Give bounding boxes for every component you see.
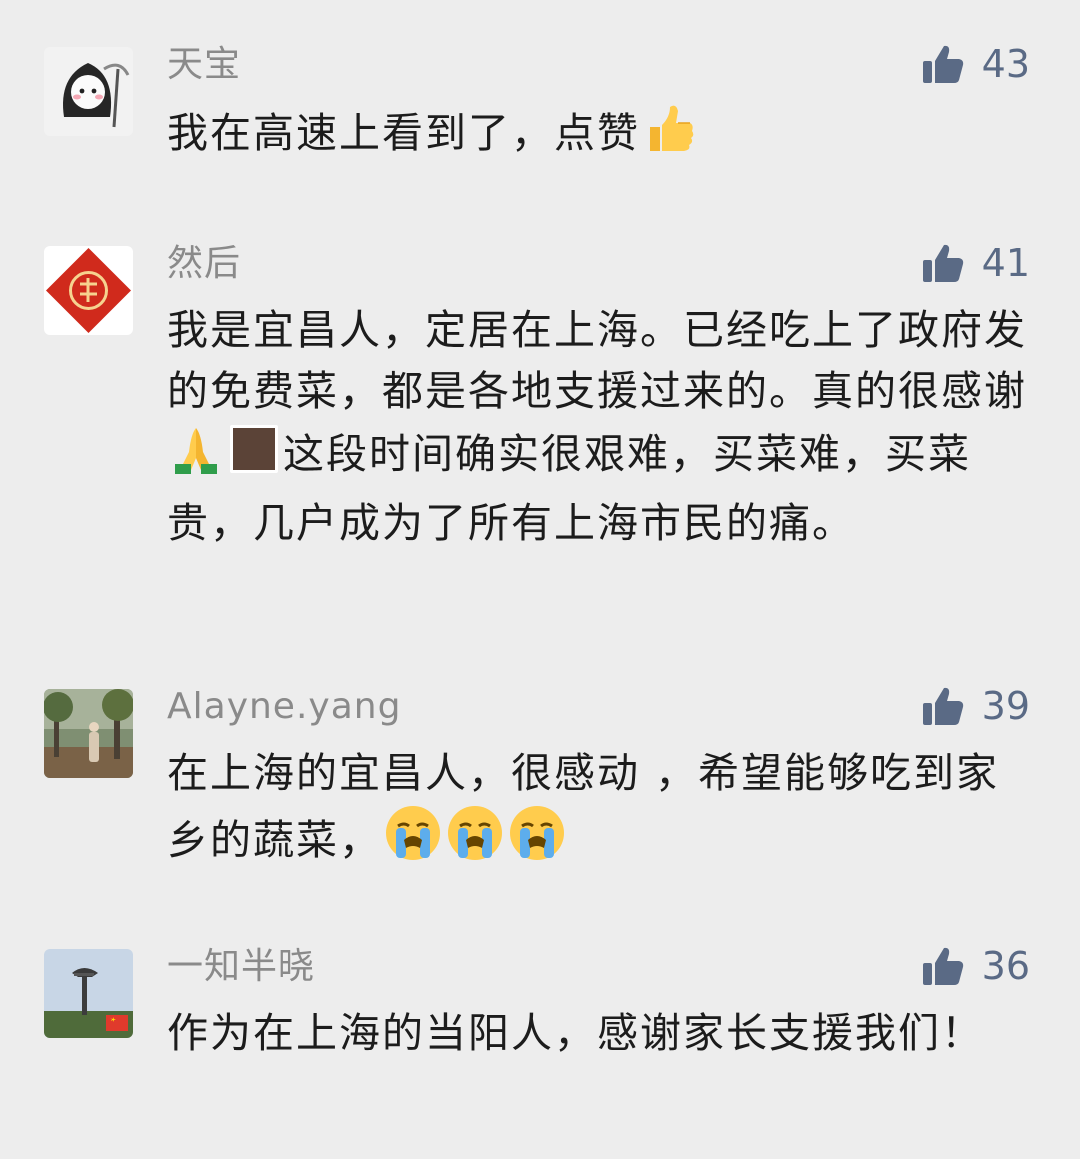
comment-text-segment: 这段时间确实很艰难，买菜难，买菜贵，几户成为了所有上海市民的痛。 [167, 430, 971, 547]
comment-text: 我是宜昌人，定居在上海。已经吃上了政府发的免费菜，都是各地支援过来的。真的很感谢… [167, 300, 1027, 554]
comment-text-segment: 在上海的宜昌人，很感动 ，希望能够吃到家乡的蔬菜， [167, 749, 1000, 864]
thumbs-up-emoji-icon [642, 101, 696, 172]
thumbs-up-icon [922, 45, 963, 83]
like-count: 39 [981, 684, 1030, 728]
comment-list: 天宝 43 我在高速上看到了，点赞 然后 41 我是宜昌人，定居在上海。已经吃上… [0, 0, 1080, 1159]
comment-text: 作为在上海的当阳人，感谢家长支援我们！ [167, 1003, 1027, 1064]
like-count: 43 [981, 42, 1030, 86]
username[interactable]: 一知半晓 [167, 943, 315, 991]
username[interactable]: 然后 [167, 240, 241, 288]
thumbs-up-icon [922, 687, 963, 725]
brown-square-emoji-icon [227, 422, 281, 493]
autumn-park-photo-avatar-icon [44, 689, 133, 778]
like-button[interactable]: 43 [922, 39, 1030, 89]
loudly-crying-face-emoji-icon [384, 804, 442, 879]
like-button[interactable]: 41 [922, 238, 1030, 288]
comment-text-segment: 我在高速上看到了，点赞 [167, 109, 640, 157]
comment-text: 我在高速上看到了，点赞 [167, 101, 1027, 172]
like-button[interactable]: 36 [922, 941, 1030, 991]
avatar[interactable] [44, 47, 133, 136]
like-button[interactable]: 39 [922, 681, 1030, 731]
folded-hands-emoji-icon [169, 422, 223, 493]
fu-diamond-avatar-icon [44, 246, 133, 335]
reaper-cartoon-avatar-icon [44, 47, 133, 136]
thumbs-up-icon [922, 244, 963, 282]
avatar[interactable] [44, 246, 133, 335]
avatar[interactable] [44, 949, 133, 1038]
like-count: 41 [981, 241, 1030, 285]
loudly-crying-face-emoji-icon [446, 804, 504, 879]
username[interactable]: 天宝 [167, 41, 241, 89]
thumbs-up-icon [922, 947, 963, 985]
tower-landscape-avatar-icon [44, 949, 133, 1038]
comment-text-segment: 作为在上海的当阳人，感谢家长支援我们！ [167, 1009, 984, 1057]
like-count: 36 [981, 944, 1030, 988]
avatar[interactable] [44, 689, 133, 778]
username[interactable]: Alayne.yang [167, 683, 401, 731]
comment-text-segment: 我是宜昌人，定居在上海。已经吃上了政府发的免费菜，都是各地支援过来的。真的很感谢 [167, 306, 1027, 415]
loudly-crying-face-emoji-icon [508, 804, 566, 879]
comment-text: 在上海的宜昌人，很感动 ，希望能够吃到家乡的蔬菜， [167, 743, 1027, 879]
